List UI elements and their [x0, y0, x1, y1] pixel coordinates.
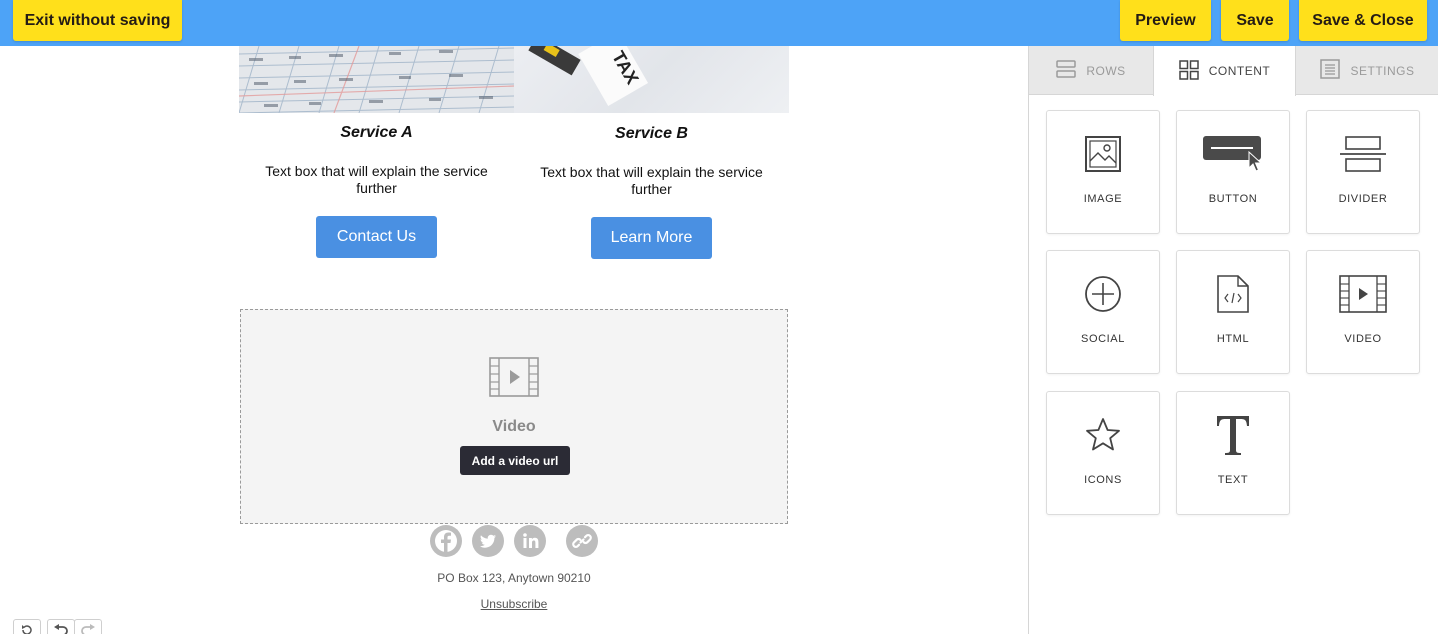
tile-label-image: IMAGE — [1083, 193, 1123, 205]
service-a-title: Service A — [340, 124, 413, 141]
spreadsheet-photo — [239, 46, 514, 113]
twitter-icon[interactable] — [472, 525, 504, 557]
tile-label-divider: DIVIDER — [1338, 193, 1388, 205]
undo-icon[interactable] — [47, 619, 75, 634]
linkedin-icon[interactable] — [514, 525, 546, 557]
tax-tag-photo: TAX — [528, 46, 649, 106]
content-tile-icons[interactable]: ICONS — [1046, 391, 1160, 515]
tile-label-icons: ICONS — [1084, 474, 1122, 486]
content-tile-divider[interactable]: DIVIDER — [1306, 110, 1420, 234]
content-tile-video[interactable]: VIDEO — [1306, 250, 1420, 374]
rows-icon — [1056, 60, 1077, 81]
tile-label-text: TEXT — [1217, 474, 1249, 486]
text-t-icon — [1214, 413, 1252, 462]
video-label: Video — [492, 418, 536, 435]
sidebar-tabs: ROWS CONTENT SETTINGS — [1029, 46, 1438, 96]
service-a-image[interactable] — [239, 46, 514, 113]
learn-more-button[interactable]: Learn More — [591, 217, 712, 259]
tile-label-button: BUTTON — [1208, 193, 1258, 205]
divider-icon — [1339, 135, 1387, 178]
top-toolbar: Exit without saving Preview Save Save & … — [0, 0, 1438, 46]
service-a-text: Text box that will explain the service f… — [265, 163, 488, 196]
tile-label-html: HTML — [1216, 333, 1250, 345]
tab-content[interactable]: CONTENT — [1153, 46, 1296, 96]
add-video-url-button[interactable]: Add a video url — [460, 446, 570, 475]
link-icon[interactable] — [566, 525, 598, 557]
service-b-title: Service B — [615, 125, 688, 142]
history-icon[interactable] — [13, 619, 41, 634]
editor-sidebar: ROWS CONTENT SETTINGS IMAGE BUTTON DIVID… — [1028, 46, 1438, 634]
redo-icon[interactable] — [74, 619, 102, 634]
content-tile-social[interactable]: SOCIAL — [1046, 250, 1160, 374]
facebook-icon[interactable] — [430, 525, 462, 557]
image-icon — [1084, 135, 1122, 178]
tile-label-social: SOCIAL — [1081, 333, 1125, 345]
contact-us-button[interactable]: Contact Us — [316, 216, 437, 258]
settings-doc-icon — [1320, 59, 1341, 82]
tab-settings[interactable]: SETTINGS — [1296, 46, 1438, 95]
tab-content-label: CONTENT — [1208, 64, 1271, 78]
footer-address: PO Box 123, Anytown 90210 — [437, 571, 591, 585]
film-icon — [489, 357, 539, 402]
star-icon — [1084, 416, 1122, 459]
content-tile-image[interactable]: IMAGE — [1046, 110, 1160, 234]
unsubscribe-link[interactable]: Unsubscribe — [239, 597, 789, 611]
content-tile-button[interactable]: BUTTON — [1176, 110, 1290, 234]
tab-rows-label: ROWS — [1086, 63, 1126, 78]
preview-button[interactable]: Preview — [1120, 0, 1211, 41]
service-b-image[interactable]: TAX — [514, 46, 789, 113]
tab-rows[interactable]: ROWS — [1029, 46, 1153, 95]
service-b-text: Text box that will explain the service f… — [540, 164, 763, 197]
social-links-row — [0, 525, 1028, 557]
email-canvas: TAX Service A Service B Text box that wi… — [0, 46, 1028, 634]
content-tile-text[interactable]: TEXT — [1176, 391, 1290, 515]
video-placeholder-block[interactable]: Video Add a video url — [240, 309, 788, 524]
film-icon — [1339, 274, 1387, 318]
tile-label-video: VIDEO — [1344, 333, 1382, 345]
tab-settings-label: SETTINGS — [1350, 63, 1415, 78]
button-icon — [1201, 134, 1265, 179]
html-file-icon — [1216, 274, 1250, 319]
content-tile-html[interactable]: HTML — [1176, 250, 1290, 374]
save-and-close-button[interactable]: Save & Close — [1299, 0, 1427, 41]
plus-circle-icon — [1083, 274, 1123, 319]
grid-icon — [1179, 59, 1199, 83]
save-button[interactable]: Save — [1221, 0, 1289, 41]
exit-without-saving-button[interactable]: Exit without saving — [13, 0, 182, 41]
